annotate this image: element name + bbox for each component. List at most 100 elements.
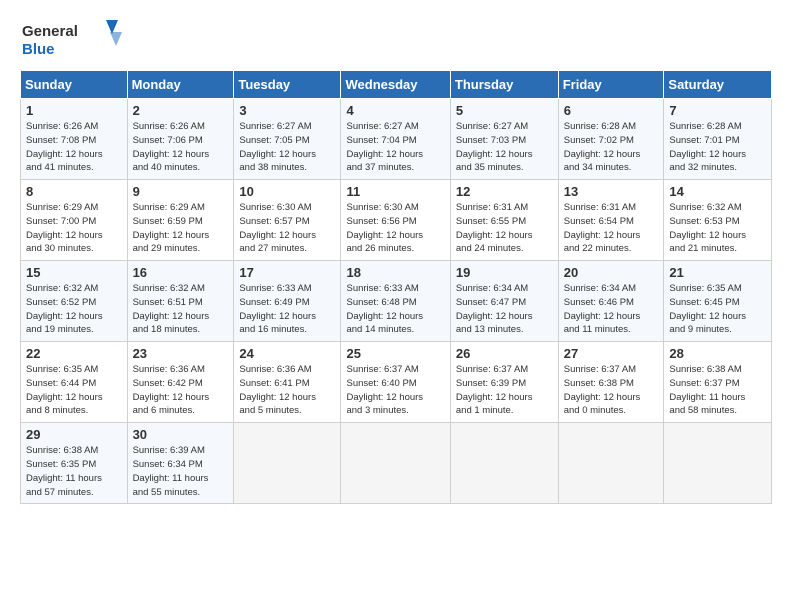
day-info: Sunrise: 6:35 AMSunset: 6:45 PMDaylight:… xyxy=(669,282,766,337)
calendar-cell: 21 Sunrise: 6:35 AMSunset: 6:45 PMDayligh… xyxy=(664,261,772,342)
day-number: 16 xyxy=(133,265,229,280)
day-info: Sunrise: 6:36 AMSunset: 6:42 PMDaylight:… xyxy=(133,363,229,418)
day-number: 11 xyxy=(346,184,444,199)
day-info: Sunrise: 6:34 AMSunset: 6:46 PMDaylight:… xyxy=(564,282,659,337)
day-number: 8 xyxy=(26,184,122,199)
calendar-cell: 12Sunrise: 6:31 AMSunset: 6:55 PMDayligh… xyxy=(450,180,558,261)
day-number: 3 xyxy=(239,103,335,118)
weekday-header-saturday: Saturday xyxy=(664,71,772,99)
day-number: 14 xyxy=(669,184,766,199)
day-info: Sunrise: 6:33 AMSunset: 6:49 PMDaylight:… xyxy=(239,282,335,337)
day-info: Sunrise: 6:32 AMSunset: 6:51 PMDaylight:… xyxy=(133,282,229,337)
day-number: 20 xyxy=(564,265,659,280)
logo-svg: General Blue xyxy=(20,16,130,60)
calendar-cell: 28 Sunrise: 6:38 AMSunset: 6:37 PMDayligh… xyxy=(664,342,772,423)
calendar-cell: 30 Sunrise: 6:39 AMSunset: 6:34 PMDayligh… xyxy=(127,423,234,504)
calendar-cell xyxy=(234,423,341,504)
calendar-cell xyxy=(558,423,664,504)
day-info: Sunrise: 6:30 AMSunset: 6:57 PMDaylight:… xyxy=(239,201,335,256)
day-info: Sunrise: 6:29 AMSunset: 7:00 PMDaylight:… xyxy=(26,201,122,256)
calendar-cell: 22 Sunrise: 6:35 AMSunset: 6:44 PMDayligh… xyxy=(21,342,128,423)
day-number: 28 xyxy=(669,346,766,361)
day-info: Sunrise: 6:28 AMSunset: 7:01 PMDaylight:… xyxy=(669,120,766,175)
day-info: Sunrise: 6:32 AMSunset: 6:53 PMDaylight:… xyxy=(669,201,766,256)
calendar-cell: 14 Sunrise: 6:32 AMSunset: 6:53 PMDayligh… xyxy=(664,180,772,261)
calendar-cell: 5 Sunrise: 6:27 AMSunset: 7:03 PMDaylight… xyxy=(450,99,558,180)
calendar-cell xyxy=(664,423,772,504)
calendar-cell: 18 Sunrise: 6:33 AMSunset: 6:48 PMDayligh… xyxy=(341,261,450,342)
day-number: 19 xyxy=(456,265,553,280)
calendar-cell: 29Sunrise: 6:38 AMSunset: 6:35 PMDayligh… xyxy=(21,423,128,504)
day-number: 17 xyxy=(239,265,335,280)
day-number: 21 xyxy=(669,265,766,280)
day-info: Sunrise: 6:37 AMSunset: 6:40 PMDaylight:… xyxy=(346,363,444,418)
day-info: Sunrise: 6:35 AMSunset: 6:44 PMDaylight:… xyxy=(26,363,122,418)
calendar-cell: 24 Sunrise: 6:36 AMSunset: 6:41 PMDayligh… xyxy=(234,342,341,423)
day-number: 25 xyxy=(346,346,444,361)
calendar-cell: 27 Sunrise: 6:37 AMSunset: 6:38 PMDayligh… xyxy=(558,342,664,423)
day-number: 12 xyxy=(456,184,553,199)
day-info: Sunrise: 6:31 AMSunset: 6:54 PMDaylight:… xyxy=(564,201,659,256)
calendar-cell xyxy=(341,423,450,504)
weekday-header-wednesday: Wednesday xyxy=(341,71,450,99)
calendar-cell xyxy=(450,423,558,504)
day-info: Sunrise: 6:27 AMSunset: 7:03 PMDaylight:… xyxy=(456,120,553,175)
calendar-cell: 26 Sunrise: 6:37 AMSunset: 6:39 PMDayligh… xyxy=(450,342,558,423)
weekday-header-thursday: Thursday xyxy=(450,71,558,99)
day-number: 22 xyxy=(26,346,122,361)
calendar-cell: 7 Sunrise: 6:28 AMSunset: 7:01 PMDaylight… xyxy=(664,99,772,180)
day-number: 4 xyxy=(346,103,444,118)
day-number: 1 xyxy=(26,103,122,118)
day-info: Sunrise: 6:34 AMSunset: 6:47 PMDaylight:… xyxy=(456,282,553,337)
day-info: Sunrise: 6:38 AMSunset: 6:37 PMDaylight:… xyxy=(669,363,766,418)
weekday-header-tuesday: Tuesday xyxy=(234,71,341,99)
calendar-cell: 2 Sunrise: 6:26 AMSunset: 7:06 PMDaylight… xyxy=(127,99,234,180)
calendar-cell: 16 Sunrise: 6:32 AMSunset: 6:51 PMDayligh… xyxy=(127,261,234,342)
calendar-cell: 19 Sunrise: 6:34 AMSunset: 6:47 PMDayligh… xyxy=(450,261,558,342)
day-info: Sunrise: 6:37 AMSunset: 6:39 PMDaylight:… xyxy=(456,363,553,418)
day-number: 18 xyxy=(346,265,444,280)
day-info: Sunrise: 6:38 AMSunset: 6:35 PMDaylight:… xyxy=(26,444,122,499)
calendar-table: SundayMondayTuesdayWednesdayThursdayFrid… xyxy=(20,70,772,504)
day-number: 6 xyxy=(564,103,659,118)
calendar-cell: 4 Sunrise: 6:27 AMSunset: 7:04 PMDaylight… xyxy=(341,99,450,180)
day-info: Sunrise: 6:39 AMSunset: 6:34 PMDaylight:… xyxy=(133,444,229,499)
day-number: 2 xyxy=(133,103,229,118)
day-number: 5 xyxy=(456,103,553,118)
calendar-cell: 20 Sunrise: 6:34 AMSunset: 6:46 PMDayligh… xyxy=(558,261,664,342)
day-info: Sunrise: 6:27 AMSunset: 7:05 PMDaylight:… xyxy=(239,120,335,175)
day-info: Sunrise: 6:36 AMSunset: 6:41 PMDaylight:… xyxy=(239,363,335,418)
page-header: General Blue xyxy=(20,16,772,60)
day-number: 26 xyxy=(456,346,553,361)
weekday-header-sunday: Sunday xyxy=(21,71,128,99)
weekday-header-friday: Friday xyxy=(558,71,664,99)
day-number: 27 xyxy=(564,346,659,361)
calendar-cell: 9Sunrise: 6:29 AMSunset: 6:59 PMDaylight… xyxy=(127,180,234,261)
calendar-cell: 15Sunrise: 6:32 AMSunset: 6:52 PMDayligh… xyxy=(21,261,128,342)
calendar-cell: 23 Sunrise: 6:36 AMSunset: 6:42 PMDayligh… xyxy=(127,342,234,423)
day-number: 9 xyxy=(133,184,229,199)
day-number: 30 xyxy=(133,427,229,442)
day-number: 23 xyxy=(133,346,229,361)
day-number: 10 xyxy=(239,184,335,199)
day-info: Sunrise: 6:37 AMSunset: 6:38 PMDaylight:… xyxy=(564,363,659,418)
logo: General Blue xyxy=(20,16,130,60)
calendar-cell: 1 Sunrise: 6:26 AMSunset: 7:08 PMDaylight… xyxy=(21,99,128,180)
day-number: 7 xyxy=(669,103,766,118)
weekday-header-monday: Monday xyxy=(127,71,234,99)
day-info: Sunrise: 6:32 AMSunset: 6:52 PMDaylight:… xyxy=(26,282,122,337)
day-info: Sunrise: 6:26 AMSunset: 7:06 PMDaylight:… xyxy=(133,120,229,175)
calendar-cell: 3 Sunrise: 6:27 AMSunset: 7:05 PMDaylight… xyxy=(234,99,341,180)
day-info: Sunrise: 6:27 AMSunset: 7:04 PMDaylight:… xyxy=(346,120,444,175)
day-info: Sunrise: 6:33 AMSunset: 6:48 PMDaylight:… xyxy=(346,282,444,337)
day-info: Sunrise: 6:30 AMSunset: 6:56 PMDaylight:… xyxy=(346,201,444,256)
day-number: 13 xyxy=(564,184,659,199)
day-info: Sunrise: 6:26 AMSunset: 7:08 PMDaylight:… xyxy=(26,120,122,175)
day-number: 24 xyxy=(239,346,335,361)
calendar-cell: 25 Sunrise: 6:37 AMSunset: 6:40 PMDayligh… xyxy=(341,342,450,423)
calendar-cell: 8 Sunrise: 6:29 AMSunset: 7:00 PMDaylight… xyxy=(21,180,128,261)
calendar-cell: 11 Sunrise: 6:30 AMSunset: 6:56 PMDayligh… xyxy=(341,180,450,261)
calendar-cell: 17 Sunrise: 6:33 AMSunset: 6:49 PMDayligh… xyxy=(234,261,341,342)
day-info: Sunrise: 6:28 AMSunset: 7:02 PMDaylight:… xyxy=(564,120,659,175)
svg-text:Blue: Blue xyxy=(22,41,55,58)
